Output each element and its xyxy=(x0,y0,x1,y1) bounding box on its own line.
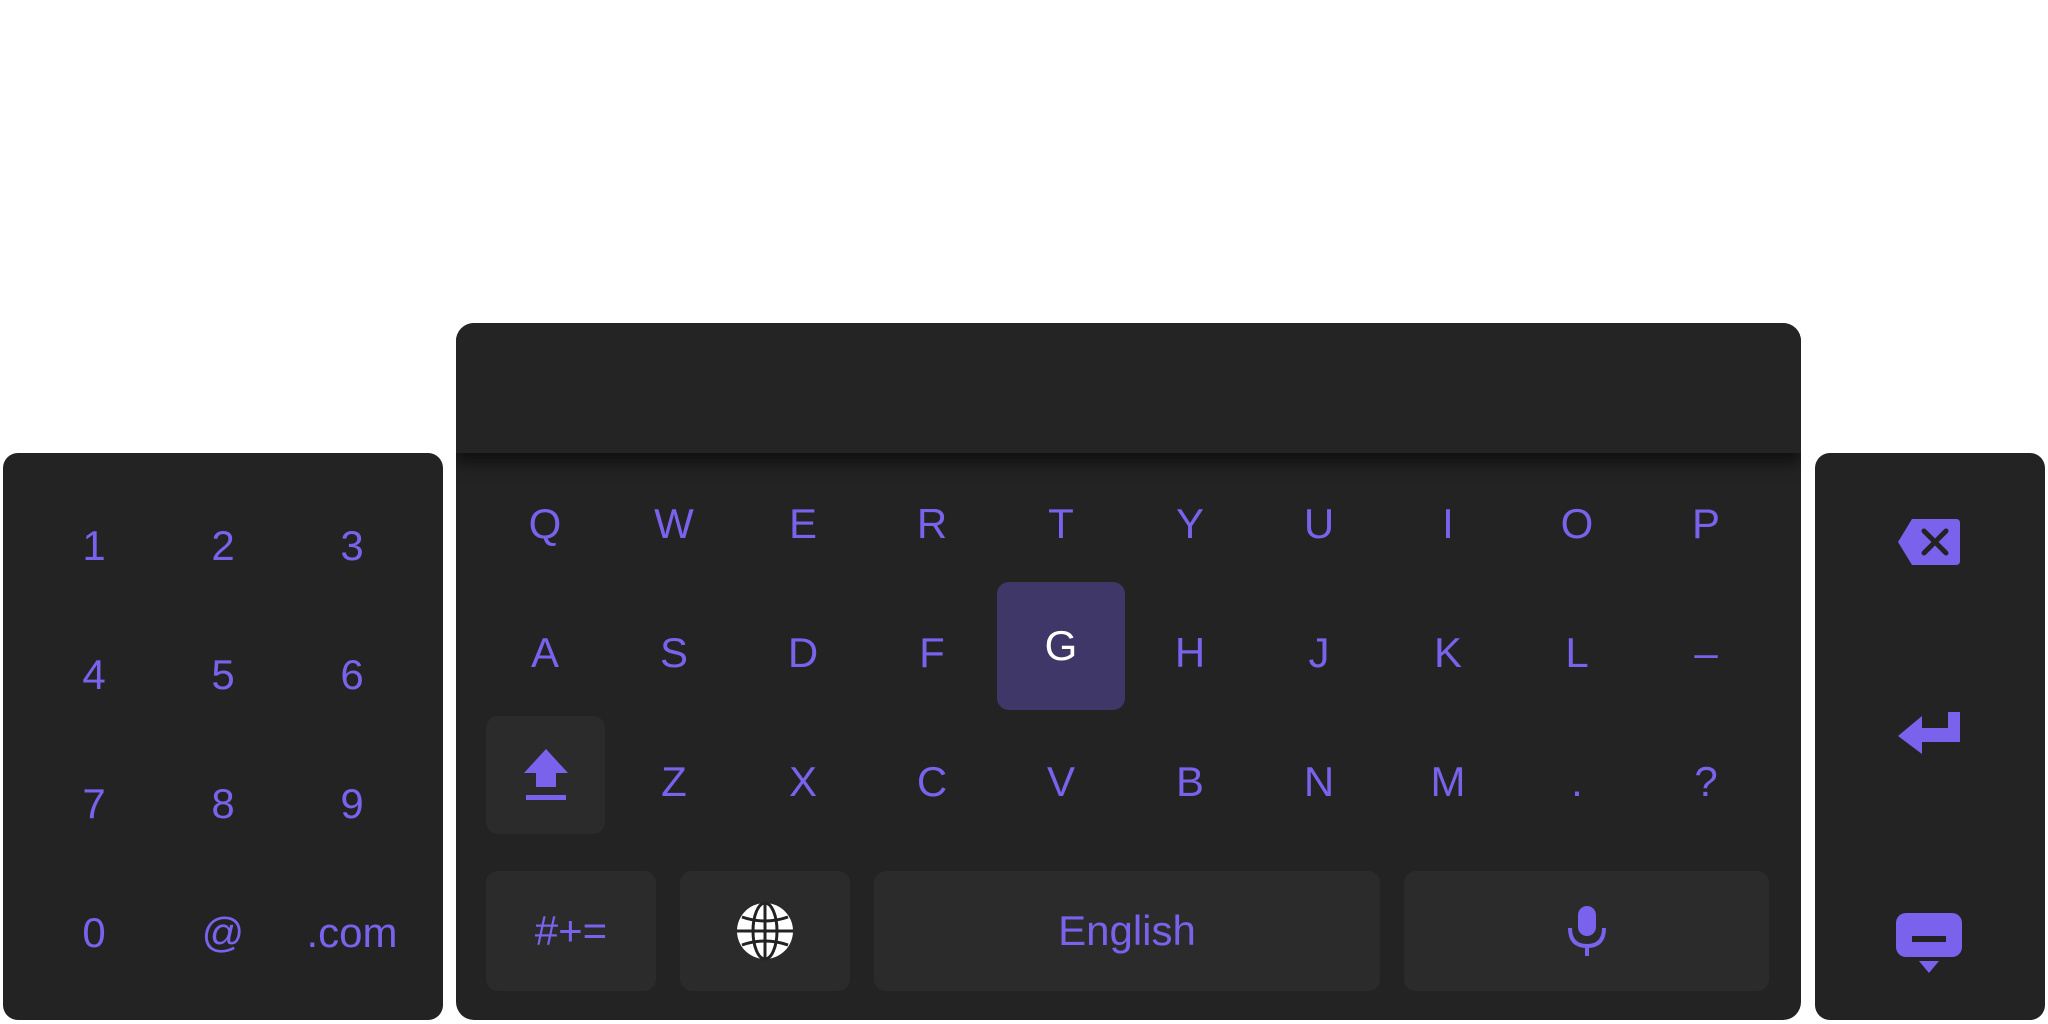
backspace-button[interactable] xyxy=(1865,498,1993,586)
key-r[interactable]: R xyxy=(868,460,996,588)
key-x[interactable]: X xyxy=(739,718,867,846)
key-period[interactable]: . xyxy=(1513,718,1641,846)
key-dash[interactable]: – xyxy=(1642,589,1770,717)
numpad-key-3[interactable]: 3 xyxy=(288,482,416,610)
key-a[interactable]: A xyxy=(481,589,609,717)
enter-icon xyxy=(1896,710,1962,754)
space-bar[interactable]: English xyxy=(874,871,1380,991)
key-z[interactable]: Z xyxy=(610,718,738,846)
key-j[interactable]: J xyxy=(1255,589,1383,717)
hide-keyboard-icon xyxy=(1894,911,1964,975)
backspace-icon xyxy=(1896,517,1962,567)
globe-icon xyxy=(735,901,795,961)
key-u[interactable]: U xyxy=(1255,460,1383,588)
key-b[interactable]: B xyxy=(1126,718,1254,846)
key-w[interactable]: W xyxy=(610,460,738,588)
key-s[interactable]: S xyxy=(610,589,738,717)
key-m[interactable]: M xyxy=(1384,718,1512,846)
numpad-panel: 1 2 3 4 5 6 7 8 9 0 @ .com xyxy=(3,453,443,1020)
symbols-button[interactable]: #+= xyxy=(486,871,656,991)
key-t[interactable]: T xyxy=(997,460,1125,588)
key-d[interactable]: D xyxy=(739,589,867,717)
key-q[interactable]: Q xyxy=(481,460,609,588)
key-l[interactable]: L xyxy=(1513,589,1641,717)
numpad-key-5[interactable]: 5 xyxy=(159,611,287,739)
numpad-key-9[interactable]: 9 xyxy=(288,740,416,868)
key-y[interactable]: Y xyxy=(1126,460,1254,588)
key-f[interactable]: F xyxy=(868,589,996,717)
numpad-key-7[interactable]: 7 xyxy=(30,740,158,868)
numpad-key-8[interactable]: 8 xyxy=(159,740,287,868)
numpad-key-6[interactable]: 6 xyxy=(288,611,416,739)
language-button[interactable] xyxy=(680,871,850,991)
key-g-active[interactable]: G xyxy=(997,582,1125,710)
numpad-key-at[interactable]: @ xyxy=(159,869,287,997)
voice-input-button[interactable] xyxy=(1404,871,1769,991)
numpad-key-1[interactable]: 1 xyxy=(30,482,158,610)
key-o[interactable]: O xyxy=(1513,460,1641,588)
key-e[interactable]: E xyxy=(739,460,867,588)
numpad-key-2[interactable]: 2 xyxy=(159,482,287,610)
main-keyboard-panel: Q W E R T Y U I O P A S D F G H J K L – … xyxy=(456,323,1801,1020)
key-p[interactable]: P xyxy=(1642,460,1770,588)
shift-button[interactable] xyxy=(486,716,605,834)
key-v[interactable]: V xyxy=(997,718,1125,846)
numpad-key-dotcom[interactable]: .com xyxy=(288,869,416,997)
key-k[interactable]: K xyxy=(1384,589,1512,717)
hide-keyboard-button[interactable] xyxy=(1865,893,1993,993)
key-n[interactable]: N xyxy=(1255,718,1383,846)
keyboard-top-strip xyxy=(456,323,1801,453)
key-i[interactable]: I xyxy=(1384,460,1512,588)
key-question[interactable]: ? xyxy=(1642,718,1770,846)
numpad-key-4[interactable]: 4 xyxy=(30,611,158,739)
microphone-icon xyxy=(1565,904,1609,958)
shift-arrow-icon xyxy=(522,747,570,803)
key-c[interactable]: C xyxy=(868,718,996,846)
enter-button[interactable] xyxy=(1865,688,1993,776)
action-panel xyxy=(1815,453,2045,1020)
numpad-key-0[interactable]: 0 xyxy=(30,869,158,997)
key-h[interactable]: H xyxy=(1126,589,1254,717)
